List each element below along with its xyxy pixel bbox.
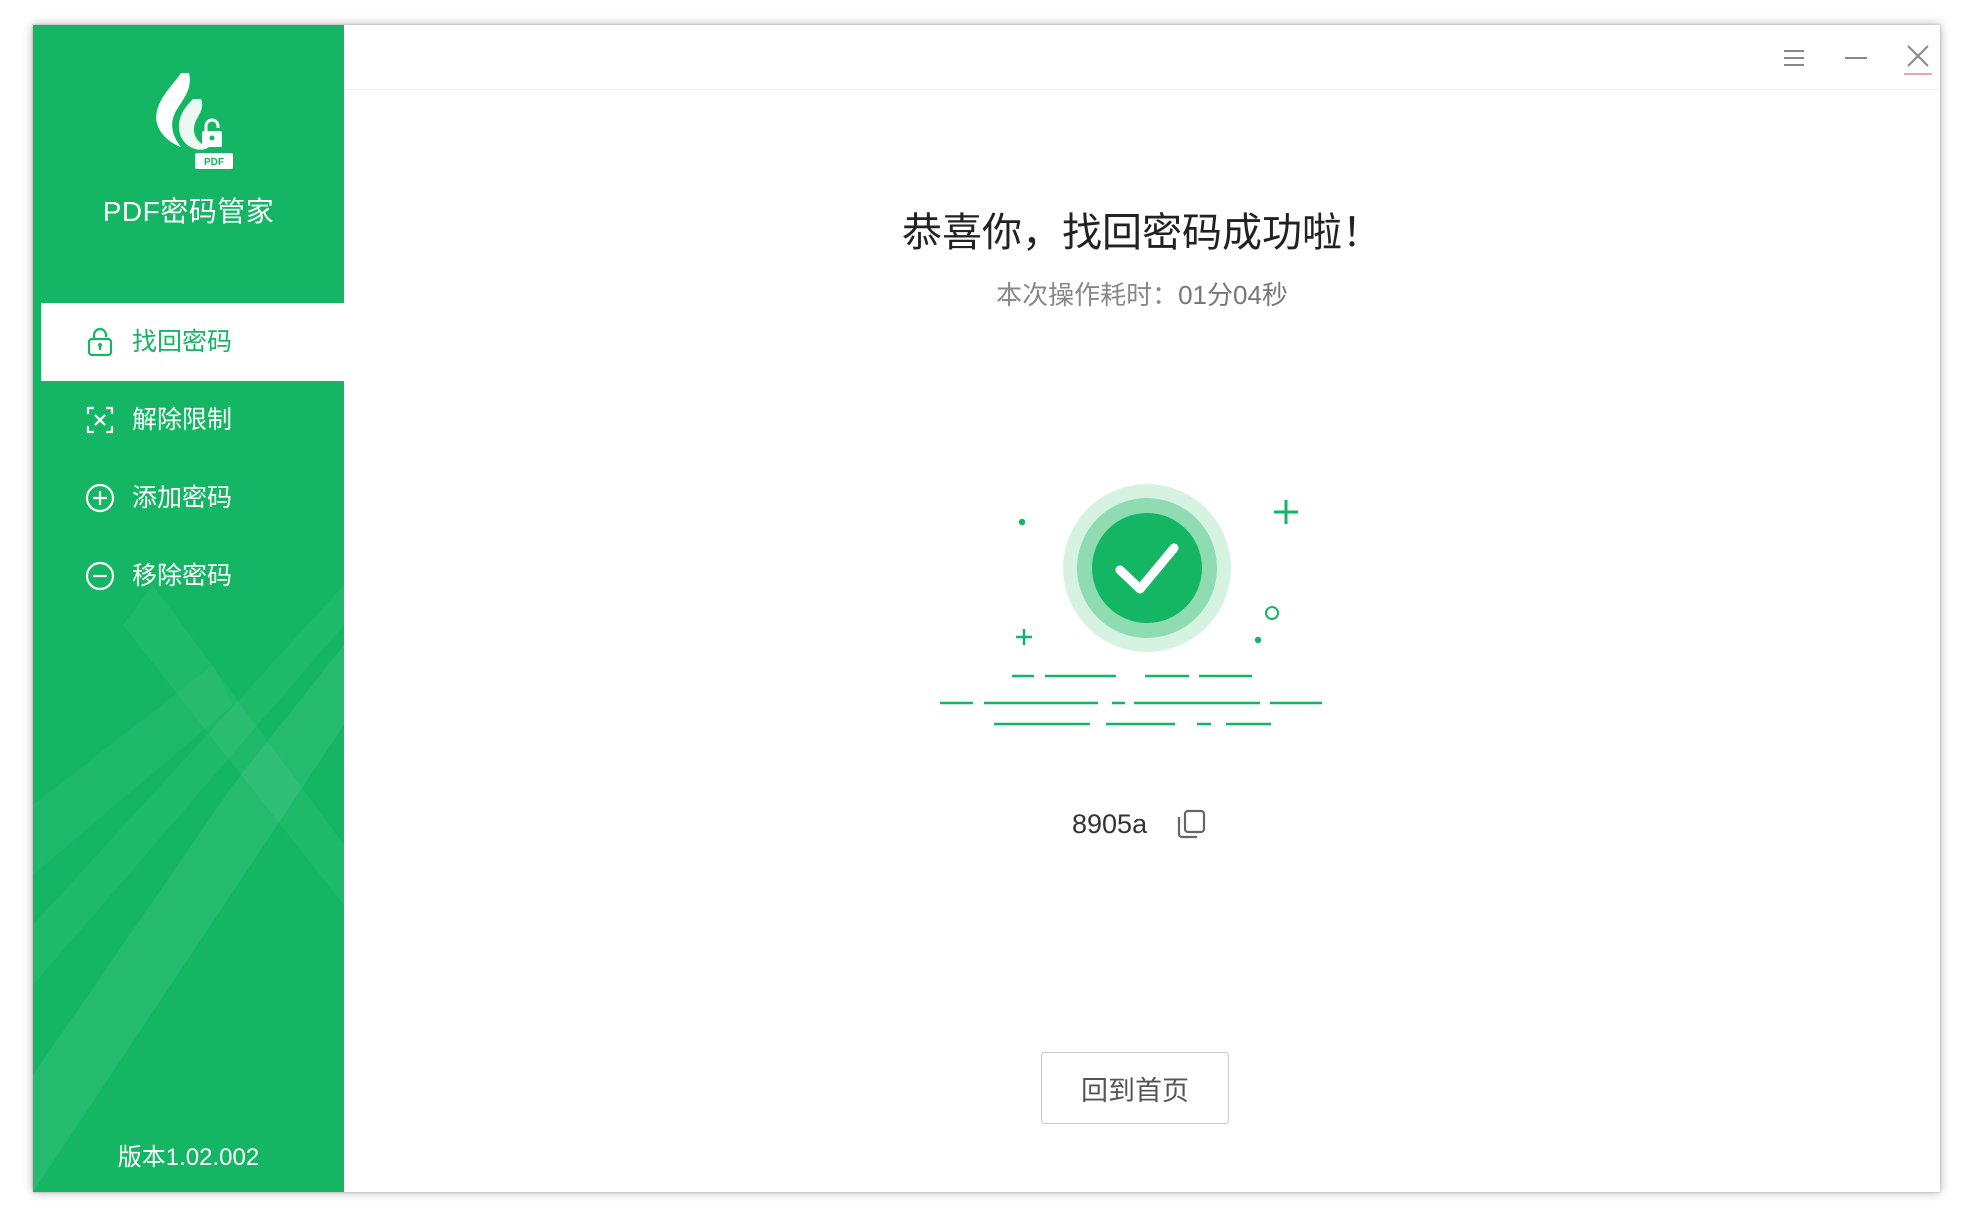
copy-icon[interactable] — [1174, 807, 1208, 841]
sidebar-item-add-password[interactable]: 添加密码 — [41, 459, 344, 537]
version-label: 版本1.02.002 — [117, 1144, 260, 1171]
minus-circle-icon — [85, 561, 115, 591]
logo-badge-text: PDF — [204, 157, 224, 168]
plus-circle-icon — [85, 483, 115, 513]
sidebar: PDF PDF密码管家 找回密码 解除限制 添加密码 移除密码 版本1.02.0… — [33, 25, 344, 1192]
minimize-button[interactable] — [1839, 41, 1873, 75]
recovered-password: 8905a — [1072, 809, 1148, 839]
sidebar-item-remove-restrictions[interactable]: 解除限制 — [41, 381, 344, 459]
scan-remove-icon — [85, 405, 115, 435]
sidebar-item-remove-password[interactable]: 移除密码 — [41, 537, 344, 615]
sidebar-item-label: 找回密码 — [132, 328, 233, 356]
recovered-password-row: 8905a — [344, 800, 1940, 850]
sidebar-item-label: 添加密码 — [132, 484, 233, 512]
app-logo: PDF — [143, 65, 239, 175]
minimize-icon — [1839, 41, 1873, 75]
success-headline: 恭喜你，找回密码成功啦！ — [902, 211, 1382, 255]
success-illustration — [936, 450, 1356, 750]
menu-icon — [1777, 41, 1811, 75]
app-name: PDF密码管家 — [102, 196, 275, 227]
sidebar-item-label: 解除限制 — [132, 406, 233, 434]
unlock-padlock-icon — [85, 327, 115, 357]
menu-button[interactable] — [1777, 41, 1811, 75]
operation-duration: 本次操作耗时：01分04秒 — [344, 275, 1940, 312]
sidebar-item-recover-password[interactable]: 找回密码 — [41, 303, 344, 381]
main-panel: 恭喜你，找回密码成功啦！ 本次操作耗时：01分04秒 8905a 回到首页 — [344, 25, 1940, 1192]
titlebar — [344, 25, 1940, 90]
close-button[interactable] — [1901, 41, 1935, 75]
sidebar-item-label: 移除密码 — [132, 562, 233, 590]
duration-label: 本次操作耗时： — [996, 280, 1179, 310]
app-window: PDF PDF密码管家 找回密码 解除限制 添加密码 移除密码 版本1.02.0… — [33, 25, 1940, 1192]
sidebar-nav: 找回密码 解除限制 添加密码 移除密码 — [41, 303, 344, 615]
duration-value: 01分04秒 — [1178, 280, 1288, 310]
close-icon — [1901, 41, 1935, 75]
back-to-home-button[interactable]: 回到首页 — [1041, 1052, 1229, 1124]
